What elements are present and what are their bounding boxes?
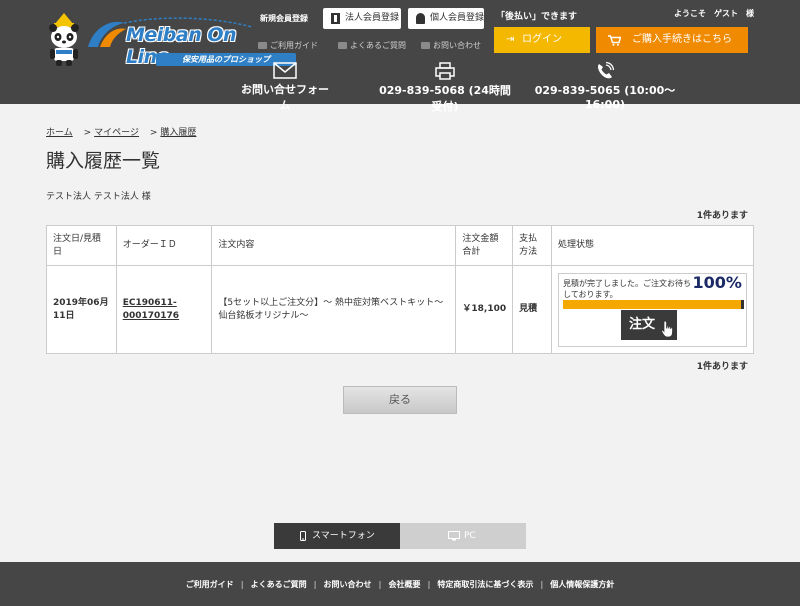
phone-number-label: 029-839-5065 (10:00〜16:00) [534,84,676,111]
pc-view-button[interactable]: PC [400,523,526,549]
pc-view-label: PC [464,531,476,541]
status-box: 見積が完了しました。ご注文お待ちしております。 100% 注文 [557,272,747,347]
status-message: 見積が完了しました。ご注文お待ちしております。 [562,278,691,299]
footer-link-guide[interactable]: ご利用ガイド [186,580,234,589]
status-cell: 見積が完了しました。ご注文お待ちしております。 100% 注文 [550,265,755,354]
breadcrumb-separator: > [149,128,158,138]
table-header-row: 注文日/見積日 オーダーＩＤ 注文内容 注文金額合計 支払方法 処理状態 [46,225,755,266]
result-count-bottom: 1件あります [696,362,748,372]
new-member-registration-label: 新規会員登録 [260,14,308,23]
guide-link[interactable]: ご利用ガイド [258,40,318,51]
order-amount: ￥18,100 [455,265,514,354]
contact-form-label: お問い合せフォーム [241,83,329,112]
login-icon: ⇥ [506,34,515,45]
checkout-button[interactable]: ご購入手続きはこちら [596,27,748,53]
welcome-text: ようこそ ゲスト 様 [674,9,754,18]
page-title: 購入履歴一覧 [46,150,161,172]
deferred-payment-notice: 「後払い」できます [496,12,578,22]
login-button[interactable]: ⇥ ログイン [494,27,590,53]
faq-link[interactable]: よくあるご質問 [338,40,406,51]
footer-separator: | [427,580,431,589]
breadcrumb-home[interactable]: ホーム [46,128,73,138]
device-switch: スマートフォン PC [274,523,526,549]
column-header-content: 注文内容 [211,225,457,266]
person-icon [416,13,425,24]
smartphone-icon [300,531,306,541]
monitor-icon [448,531,460,541]
column-header-order-id: オーダーＩＤ [115,225,213,266]
site-header: Meiban On Line 保安用品のプロショップ 新規会員登録 法人会員登録… [0,0,800,113]
breadcrumb-separator: > [83,128,92,138]
footer-link-faq[interactable]: よくあるご質問 [251,580,307,589]
fax-number-label: 029-839-5068 (24時間受付) [379,84,511,113]
inquiry-link-label: お問い合わせ [433,41,481,50]
checkout-button-label: ご購入手続きはこちら [632,34,732,45]
payment-method: 見積 [512,265,552,354]
column-header-payment-method: 支払方法 [512,225,552,266]
individual-registration-button[interactable]: 個人会員登録 [408,8,484,29]
pointer-hand-icon [661,320,673,337]
footer-separator: | [540,580,544,589]
progress-bar [562,299,744,309]
progress-percent: 100% [692,272,742,292]
book-icon [258,42,267,49]
fax-icon [435,62,455,80]
column-header-status: 処理状態 [550,225,755,266]
guide-link-label: ご利用ガイド [270,41,318,50]
order-history-table: 注文日/見積日 オーダーＩＤ 注文内容 注文金額合計 支払方法 処理状態 201… [46,225,755,354]
mail-icon [421,42,430,49]
footer-links: ご利用ガイド | よくあるご質問 | お問い合わせ | 会社概要 | 特定商取引法に基づく表示 |… [0,579,800,590]
order-date: 2019年06月11日 [46,265,117,354]
table-row: 2019年06月11日 EC190611-000170176 【5セット以上ご注… [46,265,755,354]
site-footer: ご利用ガイド | よくあるご質問 | お問い合わせ | 会社概要 | 特定商取引法に基づく表示 |… [0,562,800,606]
corporate-registration-label: 法人会員登録 [345,13,400,23]
order-id-cell: EC190611-000170176 [115,265,213,354]
corporate-registration-button[interactable]: 法人会員登録 [323,8,401,29]
order-button-label: 注文 [628,316,655,332]
footer-separator: | [313,580,317,589]
order-id-link[interactable]: EC190611-000170176 [123,298,179,321]
cart-icon [608,35,622,49]
contact-form-link[interactable]: お問い合せフォーム [238,62,332,113]
faq-link-label: よくあるご質問 [350,41,406,50]
faq-icon [338,42,347,49]
footer-separator: | [378,580,382,589]
envelope-icon [273,62,297,79]
progress-bar-fill [562,299,744,309]
order-content: 【5セット以上ご注文分】～ 熱中症対策ベストキット～仙台銘板オリジナル～ [211,265,457,354]
column-header-amount: 注文金額合計 [455,225,514,266]
footer-link-inquiry[interactable]: お問い合わせ [324,580,372,589]
breadcrumb-purchase-history[interactable]: 購入履歴 [160,128,196,138]
order-button[interactable]: 注文 [620,309,677,340]
phone-icon [598,62,615,79]
footer-link-privacy[interactable]: 個人情報保護方針 [550,580,614,589]
phone-number: 029-839-5065 (10:00〜16:00) [530,62,680,111]
inquiry-link[interactable]: お問い合わせ [421,40,481,51]
column-header-date: 注文日/見積日 [46,225,117,266]
breadcrumb-mypage[interactable]: マイページ [94,128,139,138]
footer-separator: | [240,580,244,589]
back-button[interactable]: 戻る [343,386,457,414]
customer-name: テスト法人 テスト法人 様 [46,192,151,202]
result-count: 1件あります [696,211,748,221]
smartphone-view-button[interactable]: スマートフォン [274,523,400,549]
individual-registration-label: 個人会員登録 [430,13,485,23]
breadcrumb: ホーム > マイページ > 購入履歴 [46,125,196,138]
site-logo[interactable]: Meiban On Line 保安用品のプロショップ [44,9,296,68]
footer-link-company[interactable]: 会社概要 [388,580,420,589]
panda-mascot-icon [49,13,79,66]
fax-number: 029-839-5068 (24時間受付) [374,62,516,114]
smartphone-view-label: スマートフォン [312,531,375,541]
building-icon [331,13,340,24]
login-button-label: ログイン [522,34,562,45]
footer-link-legal-notice[interactable]: 特定商取引法に基づく表示 [437,580,533,589]
